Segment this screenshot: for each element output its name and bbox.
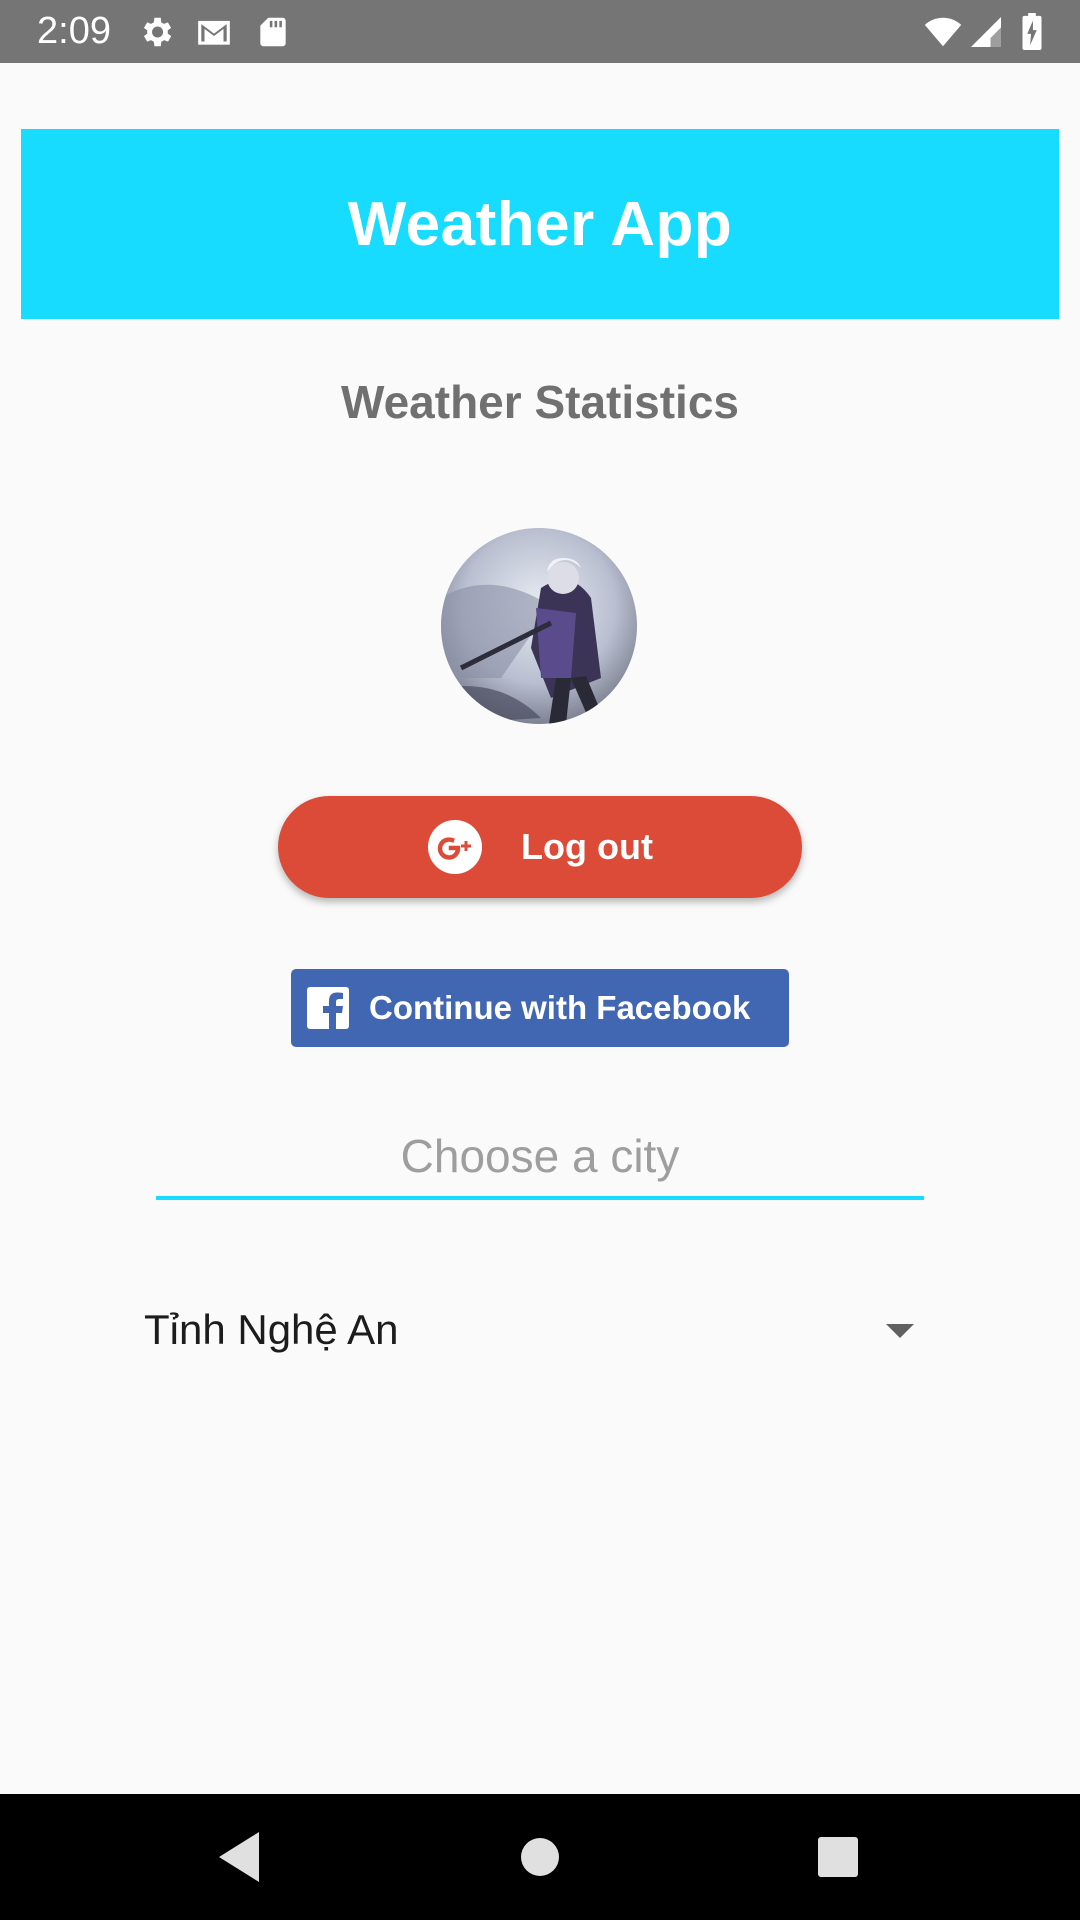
battery-charging-icon bbox=[1022, 13, 1042, 51]
dropdown-arrow-icon bbox=[886, 1324, 914, 1338]
city-dropdown[interactable]: Tỉnh Nghệ An bbox=[144, 1300, 914, 1364]
wifi-icon bbox=[924, 17, 962, 47]
logout-button[interactable]: Log out bbox=[278, 796, 802, 898]
avatar bbox=[441, 528, 637, 724]
google-plus-icon bbox=[428, 820, 483, 874]
navigation-bar bbox=[0, 1794, 1080, 1920]
home-icon[interactable] bbox=[509, 1826, 571, 1888]
status-time: 2:09 bbox=[37, 10, 111, 52]
section-title: Weather Statistics bbox=[341, 376, 739, 428]
avatar-image bbox=[441, 528, 637, 724]
logout-label: Log out bbox=[521, 826, 653, 867]
facebook-icon bbox=[307, 987, 349, 1029]
facebook-label: Continue with Facebook bbox=[369, 989, 751, 1026]
settings-icon bbox=[143, 17, 172, 47]
gmail-icon bbox=[198, 20, 230, 45]
city-dropdown-value: Tỉnh Nghệ An bbox=[144, 1306, 399, 1353]
app-title: Weather App bbox=[347, 189, 733, 259]
app-screen: 2:09 Weather App Weather Statistics Log … bbox=[0, 0, 1080, 1920]
city-input[interactable] bbox=[156, 1116, 924, 1200]
app-header: Weather App bbox=[21, 129, 1059, 319]
sd-card-icon bbox=[260, 17, 286, 47]
signal-icon bbox=[971, 17, 1001, 47]
recents-icon[interactable] bbox=[807, 1826, 869, 1888]
status-bar: 2:09 bbox=[0, 0, 1080, 63]
facebook-login-button[interactable]: Continue with Facebook bbox=[291, 969, 789, 1047]
back-icon[interactable] bbox=[207, 1826, 269, 1888]
